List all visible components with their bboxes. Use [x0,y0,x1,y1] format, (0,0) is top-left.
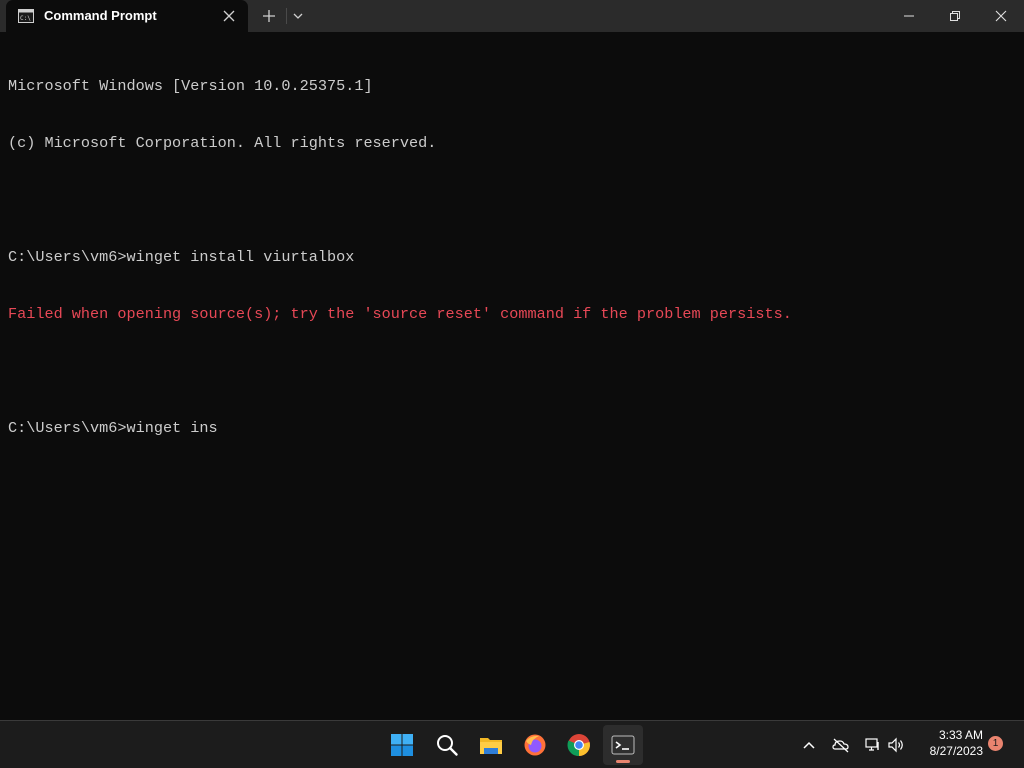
terminal-line: C:\Users\vm6>winget install viurtalbox [8,248,355,266]
terminal-output[interactable]: Microsoft Windows [Version 10.0.25375.1]… [8,39,1018,715]
firefox-button[interactable] [515,725,555,765]
terminal-button[interactable] [603,725,643,765]
onedrive-button[interactable] [829,733,853,757]
close-window-button[interactable] [978,0,1024,32]
clock-date: 8/27/2023 [929,744,983,758]
terminal-icon [611,735,635,755]
minimize-button[interactable] [886,0,932,32]
tab-title: Command Prompt [44,8,157,23]
chevron-down-icon[interactable] [290,8,306,24]
firefox-icon [524,734,546,756]
file-explorer-icon [480,738,502,754]
network-icon [865,738,879,751]
chevron-up-icon [803,741,815,749]
windows-start-icon [391,734,413,756]
cmd-icon: C:\ [18,9,34,23]
title-bar: C:\ Command Prompt [0,0,1024,32]
restore-button[interactable] [932,0,978,32]
active-indicator [616,760,630,763]
network-button[interactable] [861,733,885,757]
terminal-line: (c) Microsoft Corporation. All rights re… [8,134,437,152]
start-button[interactable] [382,725,422,765]
minimize-icon [904,15,914,17]
notification-badge[interactable]: 1 [988,736,1003,751]
onedrive-icon [832,738,849,753]
tab-command-prompt[interactable]: C:\ Command Prompt [6,0,248,32]
show-hidden-icons-button[interactable] [797,733,821,757]
taskbar: 3:33 AM 8/27/2023 [0,720,1024,768]
chrome-icon [567,734,590,757]
plus-icon[interactable] [259,7,279,25]
terminal-prompt-line: C:\Users\vm6>winget ins [8,419,218,437]
volume-button[interactable] [884,733,908,757]
terminal-error-line: Failed when opening source(s); try the '… [8,305,792,323]
clock-time: 3:33 AM [938,728,983,742]
search-icon [437,735,458,756]
volume-icon [888,737,903,753]
clock[interactable]: 3:33 AM 8/27/2023 [915,727,983,759]
divider [286,8,287,24]
search-button[interactable] [427,725,467,765]
chrome-button[interactable] [559,725,599,765]
close-icon [995,10,1007,22]
close-tab-icon[interactable] [221,8,237,24]
file-explorer-button[interactable] [471,725,511,765]
terminal-line: Microsoft Windows [Version 10.0.25375.1] [8,77,373,95]
maximize-icon [950,11,960,21]
svg-text:C:\: C:\ [20,15,31,22]
